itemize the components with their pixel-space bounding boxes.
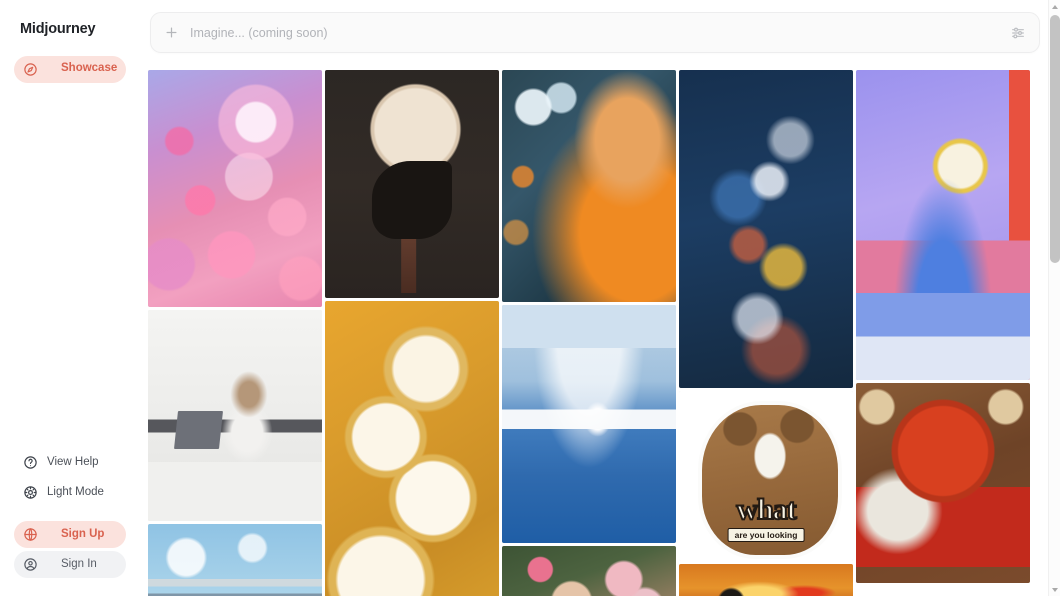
prompt-bar-wrapper (140, 0, 1048, 53)
gallery-image-card[interactable] (148, 310, 322, 521)
gallery-image-card[interactable] (502, 70, 676, 302)
midjourney-app: Midjourney Showcase View Help Light Mode… (0, 0, 1060, 596)
gallery-column (148, 70, 322, 596)
sign-in-button[interactable]: Sign In (14, 551, 126, 578)
compass-icon (23, 62, 38, 77)
imagine-input[interactable] (179, 25, 1010, 40)
gallery-image (325, 70, 499, 298)
sign-up-label: Sign Up (61, 527, 105, 540)
sign-up-button[interactable]: Sign Up (14, 521, 126, 548)
gallery-image-card[interactable] (856, 383, 1030, 583)
globe-icon (23, 527, 38, 542)
secondary-nav: View Help Light Mode Sign Up Sign In (0, 449, 140, 596)
sidebar-item-label: Showcase (61, 62, 118, 75)
gallery-image (679, 70, 853, 388)
gallery-image-card[interactable] (148, 524, 322, 596)
sliders-icon[interactable] (1010, 25, 1026, 41)
gallery-scroll-area[interactable]: are you looking (140, 62, 1048, 596)
gallery-image-card[interactable] (679, 70, 853, 388)
gallery-image (679, 564, 853, 596)
user-circle-icon (23, 557, 38, 572)
gallery-image (148, 524, 322, 596)
sidebar-item-showcase[interactable]: Showcase (14, 55, 126, 83)
gallery-image-card[interactable] (148, 70, 322, 307)
page-scrollbar[interactable] (1048, 0, 1060, 596)
gallery-column: are you looking (679, 70, 853, 596)
sidebar-item-view-help[interactable]: View Help (14, 449, 126, 476)
plus-icon[interactable] (164, 25, 179, 40)
question-circle-icon (23, 455, 38, 470)
sidebar-item-label: View Help (47, 455, 99, 468)
sign-in-label: Sign In (61, 557, 97, 570)
gallery-image-card[interactable] (325, 70, 499, 298)
gallery-image (502, 305, 676, 543)
sticker-caption: are you looking (727, 528, 805, 543)
gallery-image (856, 70, 1030, 380)
sun-icon (23, 485, 38, 500)
gallery-image (325, 301, 499, 596)
gallery-image (148, 70, 322, 307)
prompt-bar[interactable] (150, 12, 1040, 53)
gallery-image-card[interactable] (856, 70, 1030, 380)
scrollbar-thumb[interactable] (1050, 15, 1060, 263)
gallery-image (502, 70, 676, 302)
brand-logo: Midjourney (20, 21, 96, 37)
main-content: are you looking (140, 0, 1060, 596)
primary-nav: Showcase (0, 55, 140, 83)
gallery-image-card[interactable] (679, 564, 853, 596)
sidebar-item-light-mode[interactable]: Light Mode (14, 479, 126, 506)
gallery-image (502, 546, 676, 596)
gallery-column (502, 70, 676, 596)
scroll-down-arrow[interactable] (1049, 583, 1060, 596)
gallery-column (856, 70, 1030, 596)
sidebar-item-label: Light Mode (47, 485, 104, 498)
scroll-up-arrow[interactable] (1049, 0, 1060, 13)
gallery-image-card[interactable] (502, 546, 676, 596)
showcase-grid: are you looking (140, 62, 1048, 596)
gallery-column (325, 70, 499, 596)
gallery-image-card[interactable] (325, 301, 499, 596)
gallery-image-card[interactable] (502, 305, 676, 543)
gallery-image (148, 310, 322, 521)
gallery-image (856, 383, 1030, 583)
gallery-image-card[interactable]: are you looking (679, 391, 853, 561)
sidebar: Midjourney Showcase View Help Light Mode… (0, 0, 140, 596)
